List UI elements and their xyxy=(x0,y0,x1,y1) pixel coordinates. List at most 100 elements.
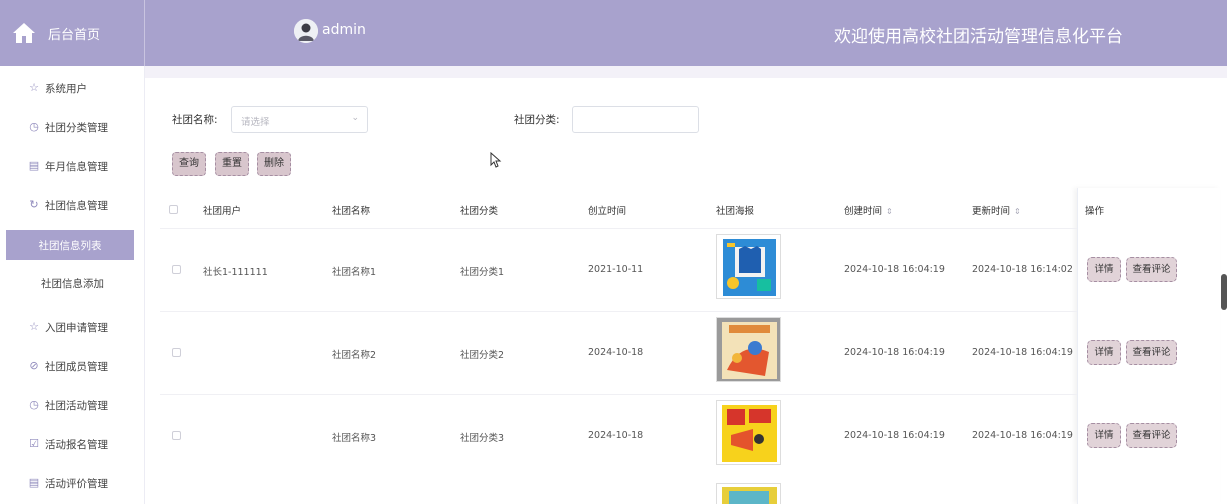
sidebar-item-label: 入团申请管理 xyxy=(45,321,108,334)
cell-category: 社团分类1 xyxy=(460,267,505,278)
view-comments-button[interactable]: 查看评论 xyxy=(1126,340,1177,365)
refresh-icon: ↻ xyxy=(29,198,39,211)
cell-created: 2024-10-18 16:04:19 xyxy=(844,347,945,358)
cell-name: 社团名称2 xyxy=(332,350,377,361)
detail-button[interactable]: 详情 xyxy=(1087,257,1121,282)
column-header-founded: 创立时间 xyxy=(588,206,627,217)
cell-name: 社团名称3 xyxy=(332,433,377,444)
sidebar-item-join-application[interactable]: ☆ 入团申请管理 xyxy=(0,313,145,341)
column-header-created[interactable]: 创建时间 ⇕ xyxy=(844,203,893,217)
sidebar-item-label: 社团信息列表 xyxy=(38,239,102,252)
cell-created: 2024-10-18 16:04:19 xyxy=(844,264,945,275)
sidebar-item-club-info-add[interactable]: 社团信息添加 xyxy=(0,269,145,297)
club-poster-image[interactable] xyxy=(716,400,781,465)
club-poster-image[interactable] xyxy=(716,317,781,382)
sidebar-item-system-users[interactable]: ☆ 系统用户 xyxy=(0,74,145,102)
home-icon xyxy=(13,23,35,43)
cell-updated: 2024-10-18 16:14:02 xyxy=(972,264,1073,275)
sidebar-item-label: 活动报名管理 xyxy=(45,438,108,451)
sidebar-item-club-members[interactable]: ⊘ 社团成员管理 xyxy=(0,352,145,380)
welcome-title: 欢迎使用高校社团活动管理信息化平台 xyxy=(834,27,1123,47)
sidebar-item-club-info[interactable]: ↻ 社团信息管理 xyxy=(0,191,145,219)
star-icon: ☆ xyxy=(29,320,39,333)
cell-category: 社团分类2 xyxy=(460,350,505,361)
sidebar-item-activity-signup[interactable]: ☑ 活动报名管理 xyxy=(0,430,145,458)
column-header-updated-label: 更新时间 xyxy=(972,206,1011,217)
view-comments-button[interactable]: 查看评论 xyxy=(1126,423,1177,448)
row-checkbox[interactable] xyxy=(172,265,181,274)
cell-founded: 2021-10-11 xyxy=(588,264,644,275)
sidebar-item-label: 年月信息管理 xyxy=(45,160,108,173)
check-square-icon: ☑ xyxy=(29,437,39,450)
column-header-category: 社团分类 xyxy=(460,206,499,217)
cell-user: 社长1-111111 xyxy=(203,267,268,278)
content-top-band xyxy=(145,66,1227,78)
row-divider xyxy=(160,394,1077,395)
poster-4-image xyxy=(717,484,780,504)
cell-updated: 2024-10-18 16:04:19 xyxy=(972,430,1073,441)
cell-category: 社团分类3 xyxy=(460,433,505,444)
sidebar-item-label: 活动评价管理 xyxy=(45,477,108,490)
detail-button[interactable]: 详情 xyxy=(1087,423,1121,448)
club-name-select[interactable]: 请选择 ⌄ xyxy=(231,106,368,133)
username[interactable]: admin xyxy=(322,22,366,38)
sidebar-item-label: 社团信息添加 xyxy=(41,277,104,290)
clock-icon: ◷ xyxy=(29,120,39,133)
poster-3-image xyxy=(717,401,780,464)
row-checkbox[interactable] xyxy=(172,431,181,440)
calendar-icon: ▤ xyxy=(28,476,40,489)
delete-button[interactable]: 删除 xyxy=(257,152,291,176)
poster-2-image xyxy=(717,318,780,381)
cell-name: 社团名称1 xyxy=(332,267,377,278)
query-button[interactable]: 查询 xyxy=(172,152,206,176)
sidebar-item-club-activities[interactable]: ◷ 社团活动管理 xyxy=(0,391,145,419)
page-scrollbar[interactable] xyxy=(1221,274,1227,310)
club-name-label: 社团名称: xyxy=(172,114,218,126)
cell-founded: 2024-10-18 xyxy=(588,430,644,441)
clock-icon: ◷ xyxy=(29,398,39,411)
sidebar-item-year-month[interactable]: ▤ 年月信息管理 xyxy=(0,152,145,180)
select-all-checkbox[interactable] xyxy=(169,205,178,214)
sidebar-item-activity-review[interactable]: ▤ 活动评价管理 xyxy=(0,469,145,497)
club-category-label: 社团分类: xyxy=(514,114,560,126)
calendar-icon: ▤ xyxy=(28,159,40,172)
row-divider xyxy=(160,311,1077,312)
cell-updated: 2024-10-18 16:04:19 xyxy=(972,347,1073,358)
column-header-poster: 社团海报 xyxy=(716,206,755,217)
column-header-name: 社团名称 xyxy=(332,206,371,217)
star-icon: ☆ xyxy=(29,81,39,94)
sidebar: ☆ 系统用户 ◷ 社团分类管理 ▤ 年月信息管理 ↻ 社团信息管理 社团信息列表… xyxy=(0,66,145,504)
sidebar-item-label: 社团成员管理 xyxy=(45,360,108,373)
column-header-created-label: 创建时间 xyxy=(844,206,883,217)
club-name-placeholder: 请选择 xyxy=(241,117,270,128)
chevron-down-icon: ⌄ xyxy=(351,113,359,123)
view-comments-button[interactable]: 查看评论 xyxy=(1126,257,1177,282)
mouse-cursor-icon xyxy=(490,152,502,168)
column-header-updated[interactable]: 更新时间 ⇕ xyxy=(972,203,1021,217)
row-checkbox[interactable] xyxy=(172,348,181,357)
sidebar-item-label: 系统用户 xyxy=(45,82,87,95)
reset-button[interactable]: 重置 xyxy=(215,152,249,176)
sort-icon[interactable]: ⇕ xyxy=(886,207,893,216)
cell-founded: 2024-10-18 xyxy=(588,347,644,358)
sidebar-item-club-info-list[interactable]: 社团信息列表 xyxy=(6,230,134,260)
home-label: 后台首页 xyxy=(48,28,101,43)
user-avatar-icon xyxy=(294,19,318,43)
compass-icon: ⊘ xyxy=(29,359,39,372)
home-link[interactable]: 后台首页 xyxy=(0,0,145,66)
cell-created: 2024-10-18 16:04:19 xyxy=(844,430,945,441)
column-header-user: 社团用户 xyxy=(203,206,242,217)
sort-icon[interactable]: ⇕ xyxy=(1014,207,1021,216)
poster-1-image xyxy=(717,235,780,298)
club-category-input[interactable] xyxy=(572,106,699,133)
club-poster-image[interactable] xyxy=(716,234,781,299)
sidebar-item-label: 社团活动管理 xyxy=(45,399,108,412)
sidebar-item-label: 社团分类管理 xyxy=(45,121,108,134)
avatar[interactable] xyxy=(294,19,318,43)
sidebar-item-club-category[interactable]: ◷ 社团分类管理 xyxy=(0,113,145,141)
detail-button[interactable]: 详情 xyxy=(1087,340,1121,365)
sidebar-item-label: 社团信息管理 xyxy=(45,199,108,212)
row-divider xyxy=(160,228,1077,229)
club-poster-image[interactable] xyxy=(716,483,781,504)
column-header-actions: 操作 xyxy=(1085,206,1105,217)
